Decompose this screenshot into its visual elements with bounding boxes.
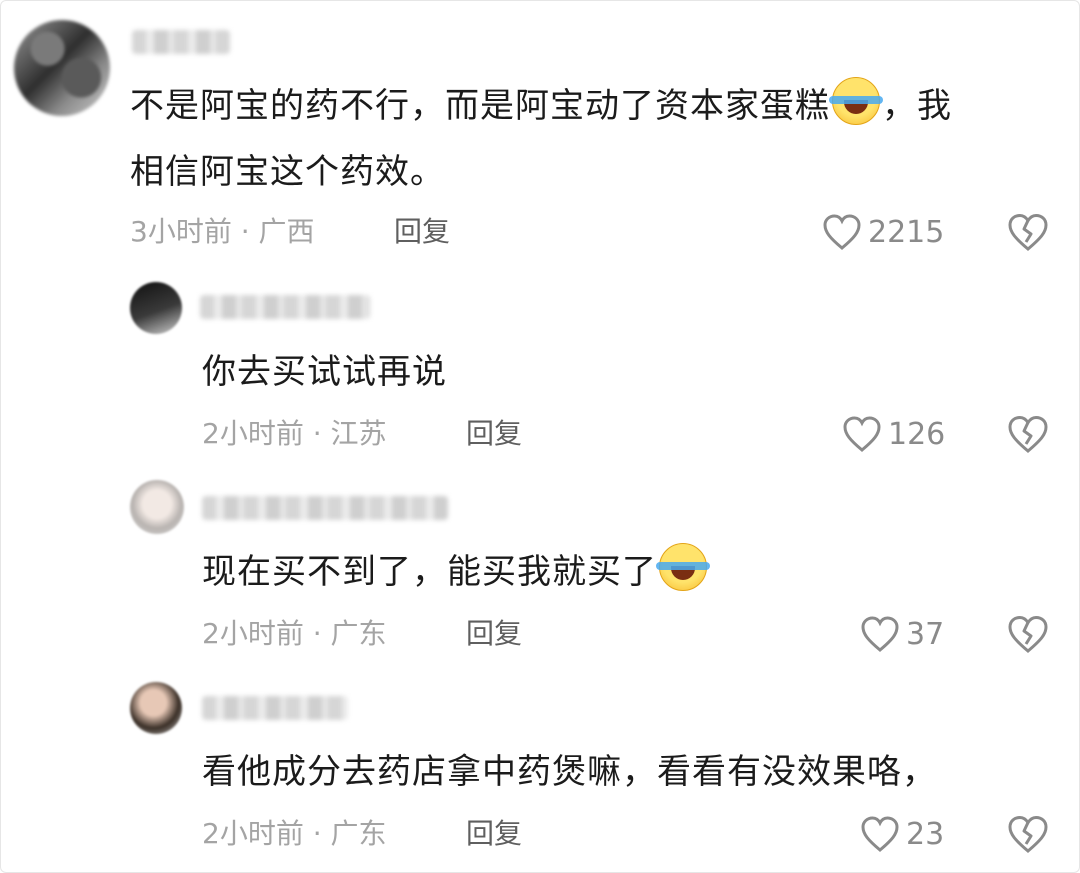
like-count: 2215 [868,214,945,250]
time-location: 2小时前 · 广东 [202,817,387,850]
reply-button[interactable]: 回复 [466,614,522,654]
time-location: 2小时前 · 江苏 [202,417,387,450]
reply-button[interactable]: 回复 [394,212,450,252]
laughing-crying-emoji-icon [656,543,710,591]
username-blurred[interactable] [202,696,348,720]
avatar[interactable] [130,480,184,534]
like-count: 37 [906,616,945,652]
reply-button[interactable]: 回复 [466,814,522,854]
like-count: 126 [888,416,946,452]
avatar[interactable] [14,20,110,116]
broken-heart-icon[interactable] [1006,614,1050,654]
heart-icon [861,616,899,652]
comment-text: 看他成分去药店拿中药煲嘛，看看有没效果咯， [202,752,937,792]
username-blurred[interactable] [200,295,370,319]
username-blurred[interactable] [202,496,448,520]
broken-heart-icon[interactable] [1006,212,1050,252]
heart-icon [843,416,881,452]
like-count: 23 [906,816,945,852]
time-location: 3小时前 · 广西 [130,215,315,248]
avatar[interactable] [130,682,182,734]
comment-text: 不是阿宝的药不行，而是阿宝动了资本家蛋糕 ，我 [130,74,952,138]
time-location: 2小时前 · 广东 [202,617,387,650]
broken-heart-icon[interactable] [1006,814,1050,854]
avatar[interactable] [130,282,182,334]
comment-text-line2: 相信阿宝这个药效。 [130,152,445,192]
heart-icon [861,816,899,852]
heart-icon [823,214,861,250]
laughing-crying-emoji-icon [829,77,883,125]
like-button[interactable]: 126 [842,414,945,454]
comment-text: 你去买试试再说 [202,352,447,392]
comment-text: 现在买不到了，能买我就买了 [202,540,710,604]
broken-heart-icon[interactable] [1006,414,1050,454]
like-button[interactable]: 2215 [822,212,944,252]
like-button[interactable]: 23 [860,814,944,854]
username-blurred[interactable] [132,30,230,54]
like-button[interactable]: 37 [860,614,944,654]
reply-button[interactable]: 回复 [466,414,522,454]
